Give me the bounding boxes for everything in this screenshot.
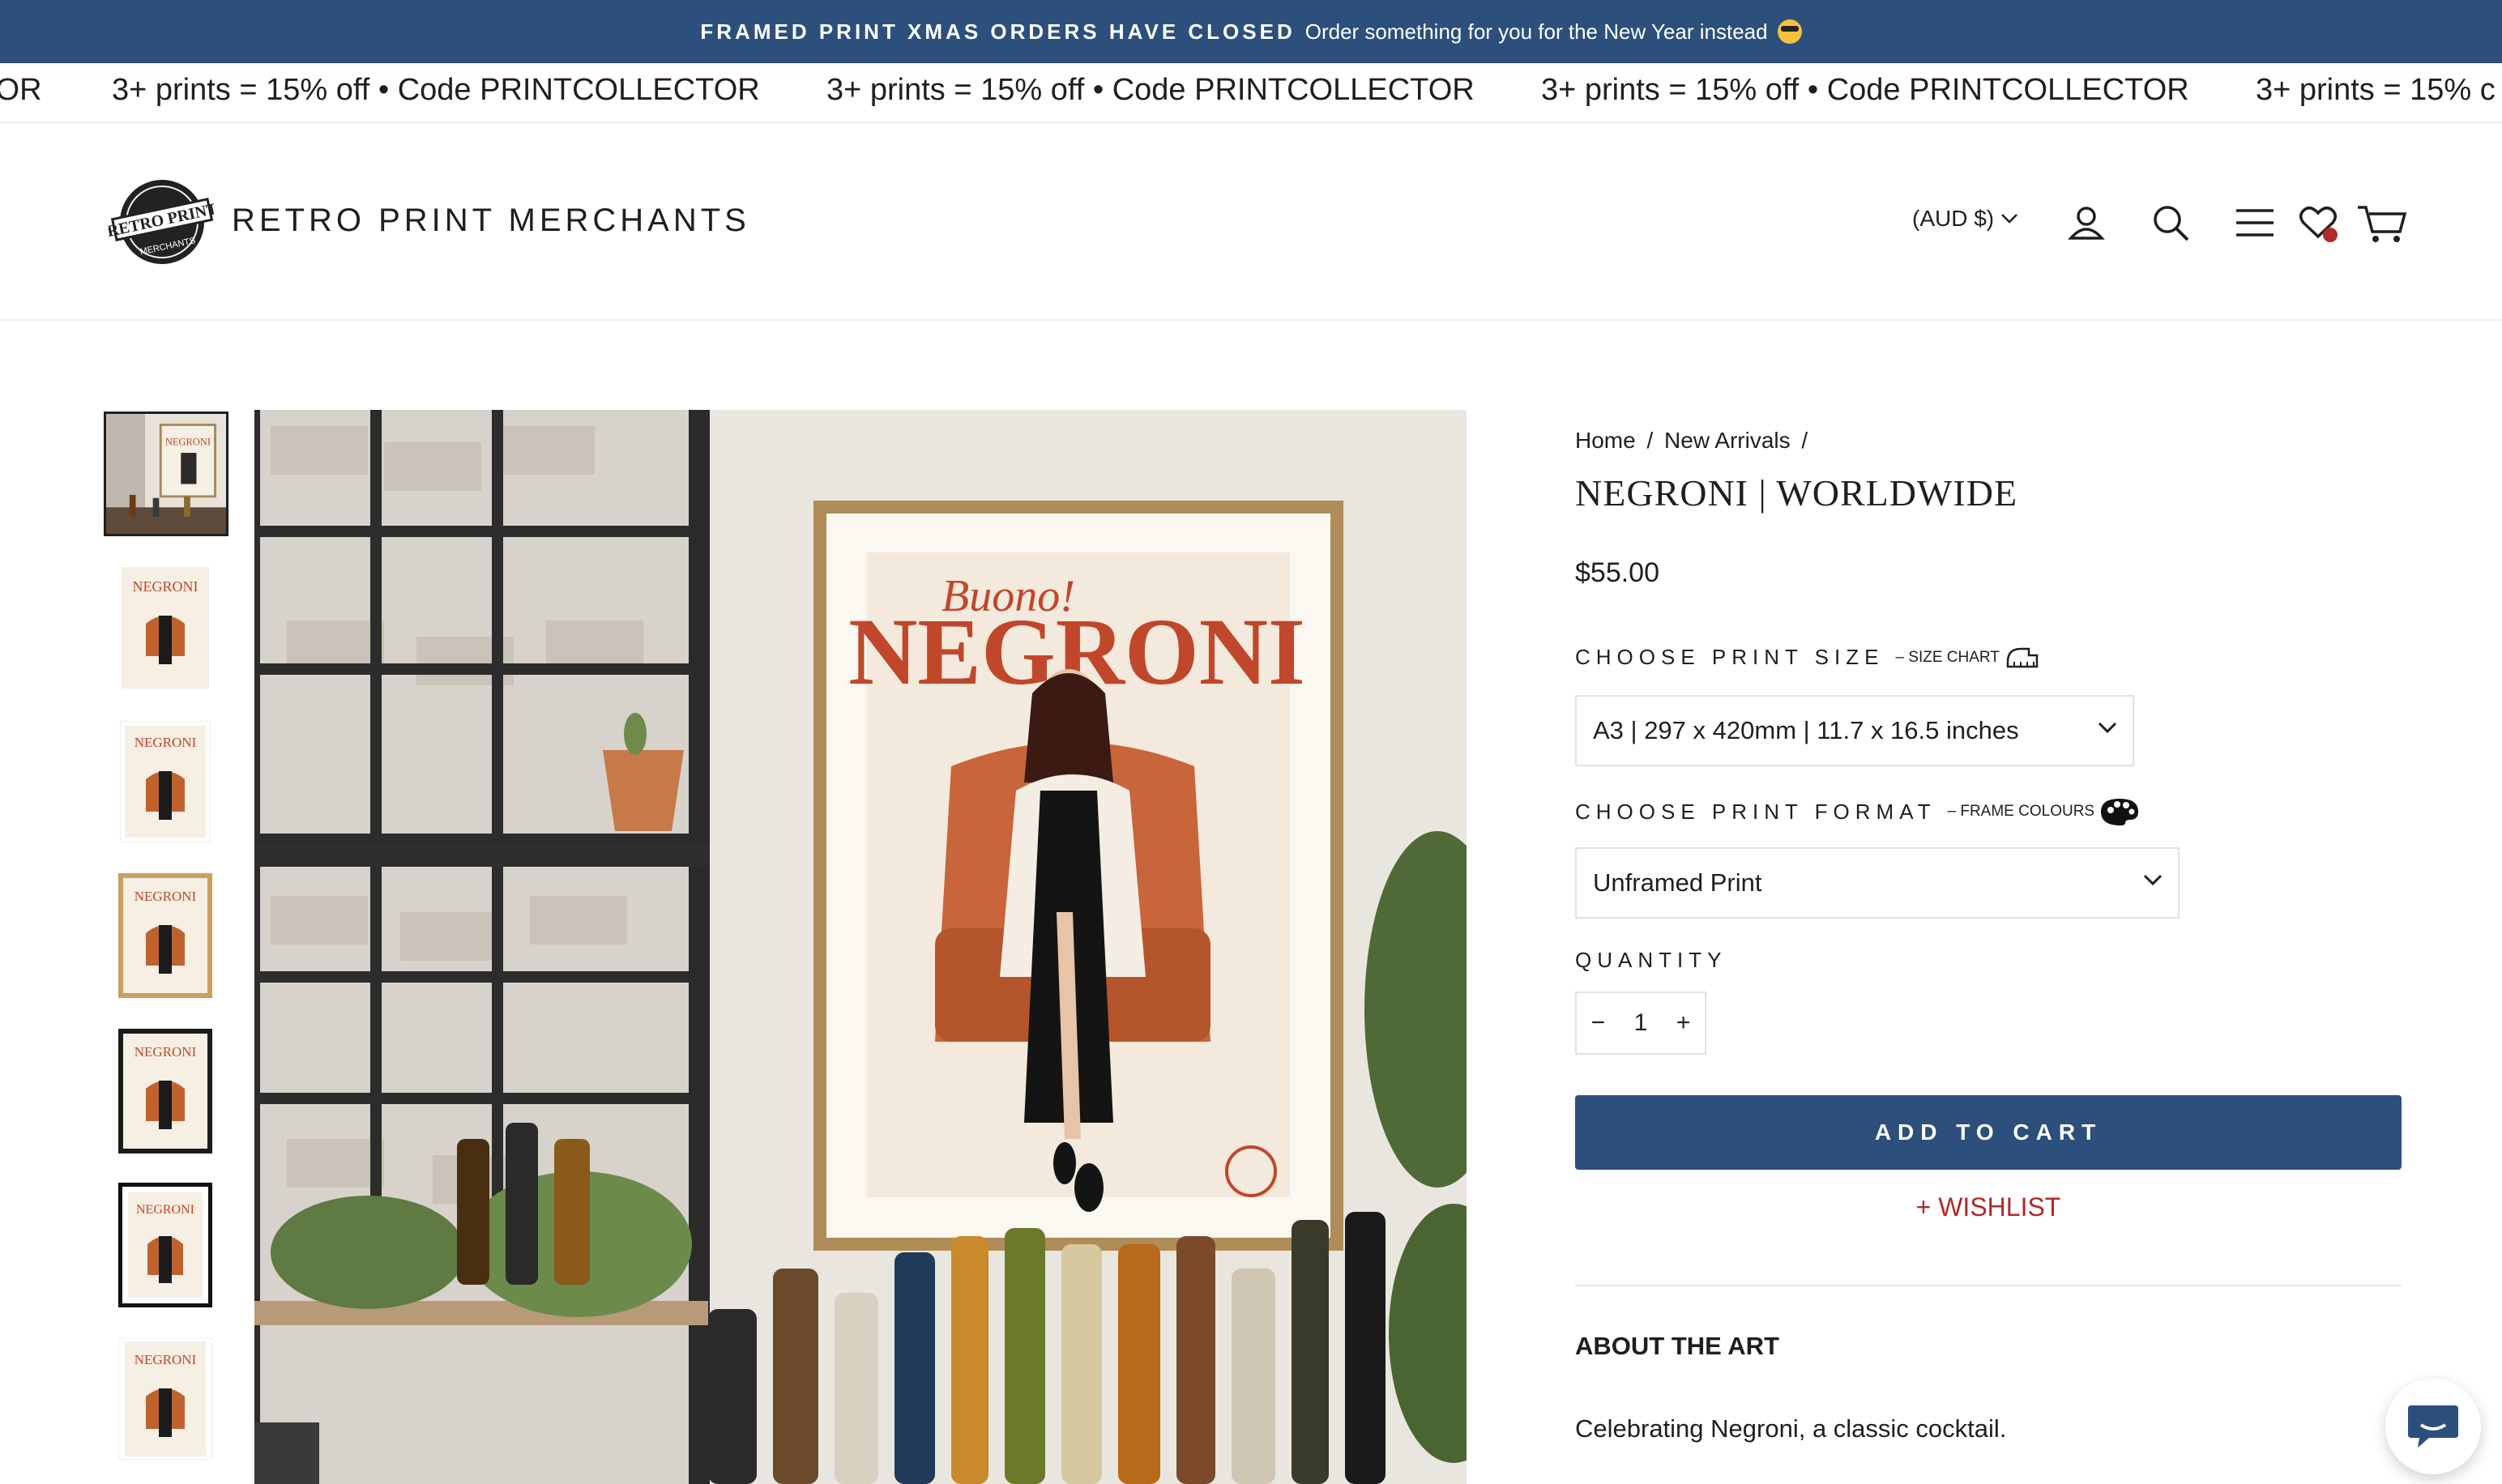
breadcrumb-separator: / xyxy=(1801,428,1808,453)
print-size-value: A3 | 297 x 420mm | 11.7 x 16.5 inches xyxy=(1593,716,2019,744)
product-title: NEGRONI | WORLDWIDE xyxy=(1575,472,2018,514)
thumbnail-3[interactable]: NEGRONI xyxy=(120,721,211,842)
wishlist-heart-icon[interactable] xyxy=(2296,201,2340,245)
divider xyxy=(1575,1285,2402,1286)
thumbnail-1[interactable]: NEGRONI xyxy=(104,412,228,536)
announcement-text: Order something for you for the New Year… xyxy=(1304,19,1768,44)
product-price: $55.00 xyxy=(1575,557,1659,588)
announcement-bold-text: FRAMED PRINT XMAS ORDERS HAVE CLOSED xyxy=(700,19,1296,44)
print-format-value: Unframed Print xyxy=(1593,868,1762,897)
print-format-select[interactable]: Unframed Print xyxy=(1575,847,2180,919)
site-header: RETRO PRINT MERCHANTS RETRO PRINT MERCHA… xyxy=(0,123,2502,321)
account-icon[interactable] xyxy=(2064,201,2108,245)
chevron-down-icon xyxy=(2098,722,2117,734)
svg-text:NEGRONI: NEGRONI xyxy=(134,1352,197,1367)
main-product-image[interactable]: Buono! NEGRONI xyxy=(254,410,1467,1484)
print-format-label: CHOOSE PRINT FORMAT – FRAME COLOURS xyxy=(1575,797,2140,826)
main-product-photo: Buono! NEGRONI xyxy=(254,410,1467,1484)
brand-name[interactable]: RETRO PRINT MERCHANTS xyxy=(232,203,750,239)
marquee-item: TOR xyxy=(0,73,42,107)
thumbnail-2[interactable]: NEGRONI xyxy=(122,567,209,689)
about-the-art-text: Celebrating Negroni, a classic cocktail. xyxy=(1575,1414,2007,1443)
breadcrumb-separator: / xyxy=(1646,428,1654,453)
size-chart-link[interactable]: – SIZE CHART xyxy=(1895,646,2039,670)
ruler-icon xyxy=(2006,647,2039,667)
svg-text:NEGRONI: NEGRONI xyxy=(133,578,199,595)
quantity-decrease-button[interactable]: − xyxy=(1582,1009,1614,1037)
svg-text:NEGRONI: NEGRONI xyxy=(134,889,197,904)
sunglasses-face-icon xyxy=(1777,19,1802,44)
announcement-bar: FRAMED PRINT XMAS ORDERS HAVE CLOSED Ord… xyxy=(0,0,2502,63)
breadcrumb: Home / New Arrivals / xyxy=(1575,428,1812,454)
about-the-art-heading[interactable]: ABOUT THE ART xyxy=(1575,1332,1779,1361)
promo-marquee: TOR 3+ prints = 15% off • Code PRINTCOLL… xyxy=(0,63,2502,123)
chat-button[interactable] xyxy=(2385,1379,2481,1474)
print-size-label-text: CHOOSE PRINT SIZE xyxy=(1575,645,1885,669)
currency-label: (AUD $) xyxy=(1912,206,1995,231)
breadcrumb-new-arrivals-link[interactable]: New Arrivals xyxy=(1664,428,1791,453)
svg-text:NEGRONI: NEGRONI xyxy=(136,1203,194,1217)
quantity-increase-button[interactable]: + xyxy=(1667,1009,1700,1037)
add-to-wishlist-link[interactable]: + WISHLIST xyxy=(1575,1192,2402,1222)
size-chart-link-text: – SIZE CHART xyxy=(1895,648,2000,666)
print-size-label: CHOOSE PRINT SIZE – SIZE CHART xyxy=(1575,645,2040,670)
breadcrumb-home-link[interactable]: Home xyxy=(1575,428,1636,453)
frame-colours-link[interactable]: – FRAME COLOURS xyxy=(1948,797,2141,826)
chevron-down-icon xyxy=(2143,874,2163,886)
search-icon[interactable] xyxy=(2149,201,2192,245)
quantity-value[interactable]: 1 xyxy=(1625,1009,1657,1037)
quantity-stepper: − 1 + xyxy=(1575,991,1706,1055)
palette-icon xyxy=(2101,799,2139,825)
add-to-cart-button[interactable]: ADD TO CART xyxy=(1575,1095,2402,1170)
quantity-label: QUANTITY xyxy=(1575,948,1727,972)
marquee-item: 3+ prints = 15% off • Code PRINTCOLLECTO… xyxy=(1541,73,2189,107)
svg-text:NEGRONI: NEGRONI xyxy=(134,735,197,750)
marquee-item: 3+ prints = 15% c xyxy=(2256,73,2496,107)
svg-text:NEGRONI: NEGRONI xyxy=(134,1044,197,1060)
thumbnail-4[interactable]: NEGRONI xyxy=(118,873,212,998)
thumbnail-5[interactable]: NEGRONI xyxy=(118,1029,212,1154)
marquee-item: 3+ prints = 15% off • Code PRINTCOLLECTO… xyxy=(112,73,760,107)
marquee-item: 3+ prints = 15% off • Code PRINTCOLLECTO… xyxy=(826,73,1475,107)
thumbnail-7[interactable]: NEGRONI xyxy=(118,1338,212,1460)
print-size-select[interactable]: A3 | 297 x 420mm | 11.7 x 16.5 inches xyxy=(1575,695,2134,766)
currency-selector[interactable]: (AUD $) xyxy=(1912,206,2018,232)
menu-icon[interactable] xyxy=(2233,201,2277,245)
print-format-label-text: CHOOSE PRINT FORMAT xyxy=(1575,799,1936,824)
thumbnail-6[interactable]: NEGRONI xyxy=(118,1183,212,1307)
chat-bubble-icon xyxy=(2408,1405,2458,1448)
svg-text:NEGRONI: NEGRONI xyxy=(165,436,211,447)
chevron-down-icon xyxy=(2001,214,2018,224)
cart-icon[interactable] xyxy=(2356,201,2408,245)
logo-badge-icon[interactable]: RETRO PRINT MERCHANTS xyxy=(109,177,214,267)
frame-colours-link-text: – FRAME COLOURS xyxy=(1947,803,2095,820)
